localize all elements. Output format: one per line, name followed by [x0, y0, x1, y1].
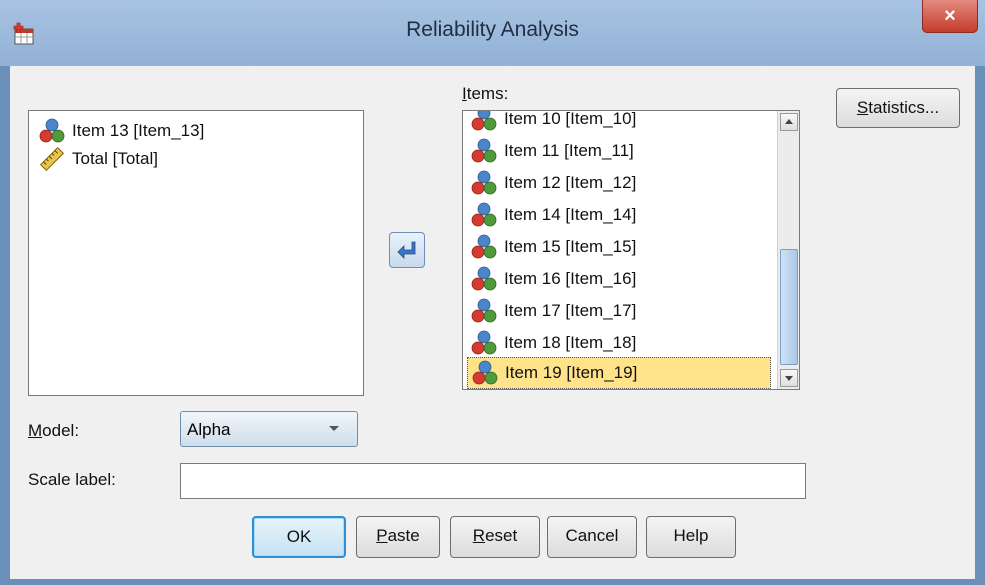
model-value: Alpha [187, 420, 231, 439]
list-item[interactable]: Item 11 [Item_11] [471, 135, 634, 167]
model-dropdown[interactable]: Alpha [180, 411, 358, 447]
list-item[interactable]: Item 18 [Item_18] [471, 327, 636, 359]
chevron-down-icon [329, 426, 339, 431]
list-item-label: Item 12 [Item_12] [504, 173, 637, 192]
reliability-analysis-window: Reliability Analysis × Item 13 [Item_13] [0, 0, 985, 585]
nominal-variable-icon [39, 118, 65, 143]
nominal-variable-icon [471, 138, 497, 163]
paste-button[interactable]: Paste [356, 516, 440, 558]
close-button[interactable]: × [922, 0, 978, 33]
close-icon: × [944, 5, 956, 27]
list-item[interactable]: Item 12 [Item_12] [471, 167, 636, 199]
list-item-label: Item 10 [Item_10] [504, 110, 637, 128]
nominal-variable-icon [471, 202, 497, 227]
window-title: Reliability Analysis [406, 18, 579, 41]
ok-button[interactable]: OK [252, 516, 346, 558]
list-item[interactable]: Item 15 [Item_15] [471, 231, 636, 263]
list-item-label: Item 13 [Item_13] [72, 121, 205, 140]
list-item-label: Item 11 [Item_11] [504, 141, 634, 160]
nominal-variable-icon [472, 360, 498, 385]
list-item-selected[interactable]: Item 19 [Item_19] [467, 357, 771, 389]
scroll-thumb[interactable] [780, 249, 798, 365]
list-item-label: Item 14 [Item_14] [504, 205, 637, 224]
nominal-variable-icon [471, 170, 497, 195]
nominal-variable-icon [471, 266, 497, 291]
nominal-variable-icon [471, 111, 497, 131]
nominal-variable-icon [471, 234, 497, 259]
scale-ruler-icon [39, 146, 65, 172]
list-item[interactable]: Item 10 [Item_10] [471, 110, 637, 135]
nominal-variable-icon [471, 330, 497, 355]
reset-button[interactable]: Reset [450, 516, 540, 558]
dialog-body: Item 13 [Item_13] Total [Total] Items: I… [10, 66, 975, 579]
scroll-down-button[interactable] [780, 369, 798, 387]
chevron-down-icon [785, 376, 793, 381]
list-item[interactable]: Item 14 [Item_14] [471, 199, 636, 231]
items-list[interactable]: Item 10 [Item_10] Item 11 [Item_11] Item… [462, 110, 800, 390]
items-label: Items: [462, 84, 509, 103]
arrow-left-icon [397, 241, 416, 259]
list-item-label: Item 19 [Item_19] [505, 363, 638, 382]
scale-label-input[interactable] [180, 463, 806, 499]
scroll-up-button[interactable] [780, 113, 798, 131]
list-item[interactable]: Total [Total] [39, 143, 158, 175]
source-variable-list[interactable]: Item 13 [Item_13] Total [Total] [28, 110, 364, 396]
move-to-items-button[interactable] [389, 232, 425, 268]
items-scrollbar[interactable] [777, 111, 799, 389]
list-item-label: Item 16 [Item_16] [504, 269, 637, 288]
chevron-up-icon [785, 119, 793, 124]
list-item[interactable]: Item 17 [Item_17] [471, 295, 636, 327]
list-item-label: Item 18 [Item_18] [504, 333, 637, 352]
nominal-variable-icon [471, 298, 497, 323]
title-bar[interactable]: Reliability Analysis × [0, 0, 985, 66]
cancel-button[interactable]: Cancel [547, 516, 637, 558]
model-label: Model: [28, 421, 80, 440]
list-item[interactable]: Item 16 [Item_16] [471, 263, 636, 295]
scale-label-label: Scale label: [28, 470, 116, 489]
list-item-label: Item 17 [Item_17] [504, 301, 637, 320]
list-item-label: Item 15 [Item_15] [504, 237, 637, 256]
statistics-button[interactable]: Statistics... [836, 88, 960, 128]
list-item-label: Total [Total] [72, 149, 158, 168]
help-button[interactable]: Help [646, 516, 736, 558]
